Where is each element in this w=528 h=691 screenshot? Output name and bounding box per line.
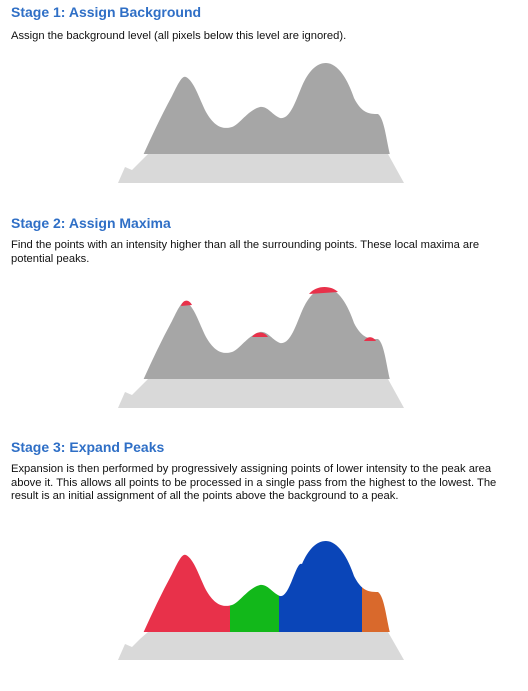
background-band: [118, 154, 404, 183]
stage-1-title: Stage 1: Assign Background: [11, 4, 202, 20]
background-band: [118, 379, 404, 408]
stage-1-figure: [118, 63, 404, 183]
stage-2-title: Stage 2: Assign Maxima: [11, 215, 171, 231]
stage-3-title: Stage 3: Expand Peaks: [11, 439, 165, 455]
signal-above-background: [143, 288, 390, 379]
background-band: [118, 632, 404, 660]
stage-2-description: Find the points with an intensity higher…: [11, 239, 480, 265]
signal-above-background: [143, 63, 390, 154]
local-maximum-1: [181, 300, 192, 306]
stage-1-description: Assign the background level (all pixels …: [11, 30, 347, 42]
stage-2-figure: [118, 286, 404, 408]
stage-3-figure: [118, 541, 404, 660]
stage-3-description: Expansion is then performed by progressi…: [11, 463, 497, 503]
